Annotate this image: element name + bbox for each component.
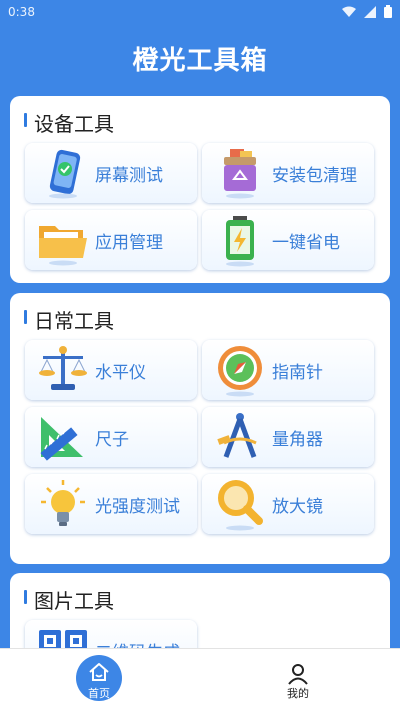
nav-home-label: 首页 bbox=[88, 687, 110, 700]
balance-scale-icon bbox=[35, 342, 91, 398]
tool-label: 水平仪 bbox=[95, 362, 146, 383]
tool-package-cleanup[interactable]: 安装包清理 bbox=[202, 143, 374, 203]
section-daily-tools: 日常工具 水平仪 指南针 尺子 量角器 光强度测试 放大镜 bbox=[10, 293, 390, 564]
section-title: 图片工具 bbox=[24, 585, 114, 614]
section-title: 设备工具 bbox=[24, 108, 114, 137]
tool-label: 安装包清理 bbox=[272, 165, 357, 186]
tool-label: 指南针 bbox=[272, 362, 323, 383]
divider-tool-icon bbox=[212, 409, 268, 465]
tool-label: 屏幕测试 bbox=[95, 165, 163, 186]
status-bar: 0:38 bbox=[0, 0, 400, 26]
status-icons bbox=[342, 5, 392, 18]
phone-check-icon bbox=[35, 145, 91, 201]
app-title: 橙光工具箱 bbox=[132, 46, 268, 76]
light-bulb-icon bbox=[35, 476, 91, 532]
signal-icon bbox=[364, 5, 376, 18]
battery-icon bbox=[212, 212, 268, 268]
tool-label: 量角器 bbox=[272, 429, 323, 450]
nav-home[interactable]: 首页 bbox=[76, 655, 122, 701]
bottom-nav: 首页 我的 bbox=[0, 648, 400, 711]
tool-app-management[interactable]: 应用管理 bbox=[25, 210, 197, 270]
tool-level[interactable]: 水平仪 bbox=[25, 340, 197, 400]
tool-ruler[interactable]: 尺子 bbox=[25, 407, 197, 467]
section-title: 日常工具 bbox=[24, 305, 114, 334]
tool-power-saving[interactable]: 一键省电 bbox=[202, 210, 374, 270]
tool-label: 一键省电 bbox=[272, 232, 340, 253]
tool-magnifier[interactable]: 放大镜 bbox=[202, 474, 374, 534]
tool-label: 应用管理 bbox=[95, 232, 163, 253]
nav-mine[interactable]: 我的 bbox=[278, 663, 318, 701]
tool-qr-generate[interactable]: 二维码生成 bbox=[25, 620, 197, 648]
tool-light-test[interactable]: 光强度测试 bbox=[25, 474, 197, 534]
nav-mine-label: 我的 bbox=[287, 687, 309, 700]
section-device-tools: 设备工具 屏幕测试 安装包清理 应用管理 一键省电 bbox=[10, 96, 390, 283]
status-time: 0:38 bbox=[8, 5, 35, 19]
tool-screen-test[interactable]: 屏幕测试 bbox=[25, 143, 197, 203]
tool-compass[interactable]: 指南针 bbox=[202, 340, 374, 400]
folder-icon bbox=[35, 212, 91, 268]
tool-label: 尺子 bbox=[95, 429, 129, 450]
compass-icon bbox=[212, 342, 268, 398]
main-scroll-area[interactable]: 0:38 橙光工具箱 设备工具 屏幕测试 安装包清理 应用管理 一键省电 日常工… bbox=[0, 0, 400, 648]
user-icon bbox=[288, 664, 308, 685]
battery-status-icon bbox=[384, 5, 392, 18]
wifi-icon bbox=[342, 6, 356, 17]
home-icon bbox=[89, 663, 109, 681]
tool-label: 光强度测试 bbox=[95, 496, 180, 517]
ruler-icon bbox=[35, 409, 91, 465]
tool-label: 放大镜 bbox=[272, 496, 323, 517]
tool-protractor[interactable]: 量角器 bbox=[202, 407, 374, 467]
section-image-tools: 图片工具 二维码生成 bbox=[10, 573, 390, 648]
recycle-box-icon bbox=[212, 145, 268, 201]
magnifier-icon bbox=[212, 476, 268, 532]
tool-label: 二维码生成 bbox=[95, 638, 180, 649]
qr-code-icon bbox=[35, 622, 91, 648]
